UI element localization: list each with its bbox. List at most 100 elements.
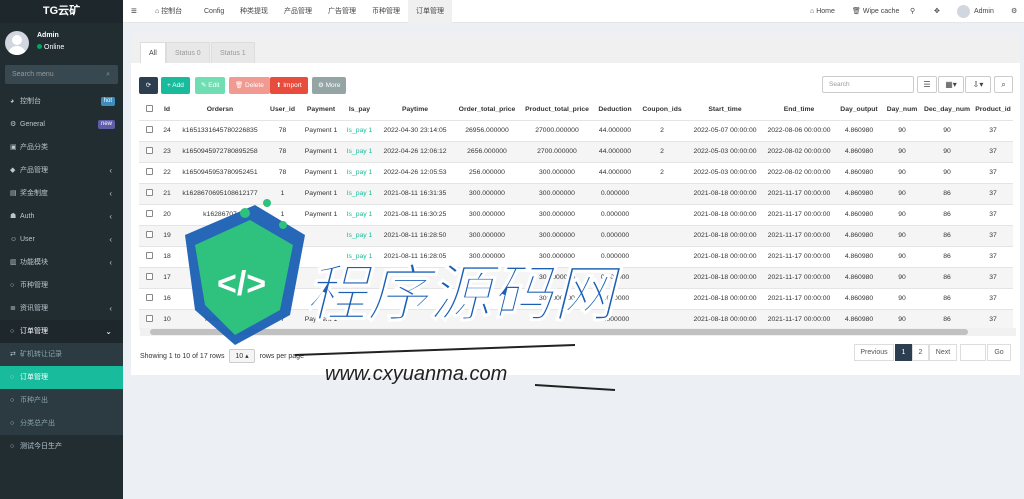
column-header[interactable]: Day_output	[835, 100, 883, 120]
select-all-checkbox[interactable]	[139, 100, 159, 120]
tab-dashboard[interactable]: ⌂ 控制台	[155, 0, 182, 23]
table-cell[interactable]: Is_pay 1	[342, 161, 377, 183]
sidebar-item[interactable]: ◆ 产品管理 ‹	[0, 159, 123, 182]
table-cell[interactable]: Is_pay 1	[342, 119, 377, 141]
tab-ads[interactable]: 广告管理	[328, 0, 356, 23]
tab-product[interactable]: 产品管理	[284, 0, 312, 23]
settings-gear-icon[interactable]: ⚙	[1011, 0, 1017, 23]
edit-button[interactable]: ✎ Edit	[195, 77, 226, 94]
tab-status-1[interactable]: Status 1	[211, 42, 255, 63]
table-row[interactable]: 10 k1628668 7 Payment 1 0.000000 2021-08-18 0…	[139, 308, 1013, 330]
column-header[interactable]: Ordersn	[175, 100, 265, 120]
column-header[interactable]: User_id	[265, 100, 300, 120]
table-row[interactable]: 22 k1650945953780952451 78 Payment 1 Is_pay …	[139, 161, 1013, 183]
table-cell[interactable]: Is_pay 1	[342, 140, 377, 162]
table-row[interactable]: 18 Is_pay 1 2021-08-11 16:28:05 300.000000 3…	[139, 245, 1013, 267]
advanced-search-icon[interactable]: ⌕	[994, 76, 1013, 93]
sidebar-item[interactable]: ⇄ 矿机转让记录	[0, 343, 123, 366]
row-checkbox[interactable]	[139, 266, 159, 288]
next-page-button[interactable]: Next	[929, 344, 957, 361]
add-button[interactable]: + Add	[161, 77, 190, 94]
sidebar-item[interactable]: ☺ User ‹	[0, 228, 123, 251]
table-cell[interactable]: Is_pay 1	[342, 182, 377, 204]
column-header[interactable]: Payment	[300, 100, 342, 120]
table-row[interactable]: 17 300.000000 0.000000 2021-08-18 00:00:00 2…	[139, 266, 1013, 288]
column-header[interactable]: Id	[159, 100, 175, 120]
notification-icon[interactable]: ⚲	[910, 0, 915, 23]
admin-menu[interactable]: Admin	[957, 0, 994, 23]
sidebar-item[interactable]: ▤ 奖金制度 ‹	[0, 182, 123, 205]
row-checkbox[interactable]	[139, 119, 159, 141]
table-cell[interactable]	[342, 308, 377, 330]
column-header[interactable]: Product_total_price	[521, 100, 593, 120]
tab-status-0[interactable]: Status 0	[166, 42, 210, 63]
column-header[interactable]: Coupon_ids	[637, 100, 687, 120]
delete-button[interactable]: 🗑 Delete	[229, 77, 270, 94]
column-header[interactable]: Is_pay	[342, 100, 377, 120]
search-icon[interactable]: ⌕	[106, 65, 110, 84]
column-header[interactable]: Start_time	[687, 100, 763, 120]
page-2-button[interactable]: 2	[912, 344, 929, 361]
row-checkbox[interactable]	[139, 308, 159, 330]
column-header[interactable]: Order_total_price	[453, 100, 521, 120]
column-header[interactable]: Day_num	[883, 100, 921, 120]
more-button[interactable]: ⚙ More	[312, 77, 347, 94]
table-cell[interactable]: Is_pay 1	[342, 224, 377, 246]
page-1-button[interactable]: 1	[895, 344, 912, 361]
row-checkbox[interactable]	[139, 287, 159, 309]
menu-toggle-icon[interactable]: ≡	[131, 0, 137, 23]
sidebar-item[interactable]: ○ 分类总产出	[0, 412, 123, 435]
table-row[interactable]: 21 k1628670695108612177 1 Payment 1 Is_pay 1…	[139, 182, 1013, 204]
sidebar-item[interactable]: ☗ Auth ‹	[0, 205, 123, 228]
scrollbar-thumb[interactable]	[150, 329, 968, 335]
sidebar-item[interactable]: ≣ 资讯管理 ‹	[0, 297, 123, 320]
sidebar-item[interactable]: ◕ 控制台 hot	[0, 90, 123, 113]
row-checkbox[interactable]	[139, 224, 159, 246]
sidebar-item[interactable]: ○ 订单管理	[0, 366, 123, 389]
horizontal-scrollbar[interactable]	[140, 328, 1016, 336]
row-checkbox[interactable]	[139, 140, 159, 162]
sidebar-item[interactable]: ○ 币种产出	[0, 389, 123, 412]
fullscreen-icon[interactable]: ✥	[934, 0, 940, 23]
brand-logo[interactable]: TG云矿	[0, 0, 123, 23]
sidebar-item[interactable]: ○ 测试今日生产	[0, 435, 123, 458]
search-menu-input[interactable]: Search menu ⌕	[5, 65, 118, 84]
page-jump-input[interactable]	[960, 344, 986, 361]
import-button[interactable]: ⬆ Import	[270, 77, 308, 94]
table-cell[interactable]	[342, 266, 377, 288]
export-icon[interactable]: ⇩▾	[965, 76, 991, 93]
sidebar-item[interactable]: ○ 币种管理	[0, 274, 123, 297]
column-header[interactable]: Paytime	[377, 100, 453, 120]
row-checkbox[interactable]	[139, 245, 159, 267]
tab-withdraw[interactable]: 种类提现	[240, 0, 268, 23]
toggle-view-icon[interactable]: ☰	[917, 76, 937, 93]
table-row[interactable]: 16 k162 7 300.000000 0.000000 2021-08-18 00:0…	[139, 287, 1013, 309]
row-checkbox[interactable]	[139, 182, 159, 204]
tab-currency[interactable]: 币种管理	[372, 0, 400, 23]
row-checkbox[interactable]	[139, 203, 159, 225]
table-row[interactable]: 20 k16286707 1 Payment 1 Is_pay 1 2021-08-11 …	[139, 203, 1013, 225]
wipe-cache-button[interactable]: 🗑 Wipe cache	[852, 0, 899, 23]
sidebar-item[interactable]: ▣ 产品分类	[0, 136, 123, 159]
table-cell[interactable]: Is_pay 1	[342, 203, 377, 225]
tab-all[interactable]: All	[140, 42, 166, 63]
row-checkbox[interactable]	[139, 161, 159, 183]
previous-page-button[interactable]: Previous	[854, 344, 894, 361]
table-cell[interactable]	[342, 287, 377, 309]
go-button[interactable]: Go	[987, 344, 1011, 361]
table-row[interactable]: 24 k1651331645780226835 78 Payment 1 Is_pay …	[139, 119, 1013, 141]
table-row[interactable]: 23 k1650945972780895258 78 Payment 1 Is_pay …	[139, 140, 1013, 162]
column-header[interactable]: Product_id	[973, 100, 1013, 120]
page-size-select[interactable]: 10 ▴	[229, 349, 255, 363]
sidebar-item[interactable]: ▥ 功能模块 ‹	[0, 251, 123, 274]
tab-orders[interactable]: 订单管理	[408, 0, 452, 23]
tab-config[interactable]: Config	[204, 0, 224, 23]
table-search-input[interactable]: Search	[822, 76, 914, 93]
table-cell[interactable]: Is_pay 1	[342, 245, 377, 267]
column-header[interactable]: Deduction	[593, 100, 637, 120]
column-header[interactable]: End_time	[763, 100, 835, 120]
sidebar-item[interactable]: ○ 订单管理 ⌄	[0, 320, 123, 343]
column-header[interactable]: Dec_day_num	[921, 100, 973, 120]
columns-icon[interactable]: ▦▾	[938, 76, 964, 93]
sidebar-item[interactable]: ⚙ General new	[0, 113, 123, 136]
